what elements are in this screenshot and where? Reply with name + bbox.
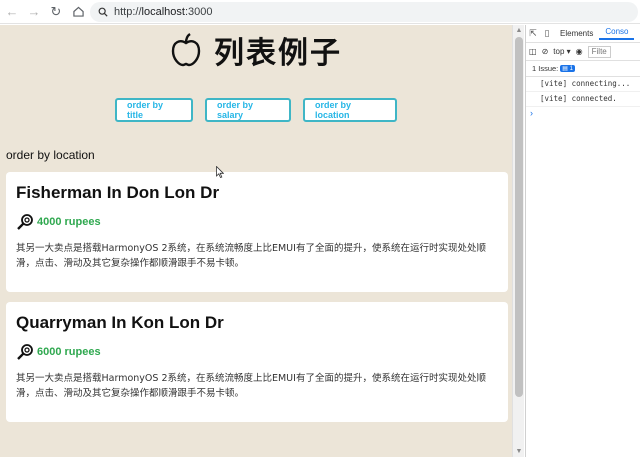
current-order-label: order by location bbox=[6, 148, 95, 162]
address-bar[interactable]: http://localhost:3000 bbox=[90, 2, 638, 22]
order-by-salary-button[interactable]: order by salary bbox=[205, 98, 291, 122]
page-header: 列表例子 bbox=[0, 25, 512, 75]
job-card: Quarryman In Kon Lon Dr 6000 rupees 其另一大… bbox=[6, 302, 508, 422]
job-card: Fisherman In Don Lon Dr 4000 rupees 其另一大… bbox=[6, 172, 508, 292]
search-icon bbox=[98, 7, 108, 17]
issues-bar[interactable]: 1 Issue: ▤ 1 bbox=[526, 61, 640, 77]
order-by-location-button[interactable]: order by location bbox=[303, 98, 397, 122]
context-select[interactable]: top ▾ bbox=[553, 47, 570, 56]
apple-icon bbox=[171, 33, 201, 67]
device-toggle-icon[interactable]: ▯ bbox=[540, 28, 554, 39]
page-scrollbar[interactable]: ▲ ▼ bbox=[512, 25, 524, 457]
console-toolbar: ◫ ⊘ top ▾ ◉ Filte bbox=[526, 43, 640, 61]
eye-icon[interactable]: ◉ bbox=[576, 47, 583, 56]
tab-elements[interactable]: Elements bbox=[554, 29, 599, 38]
console-filter-input[interactable]: Filte bbox=[587, 45, 611, 58]
console-log-line: [vite] connecting... bbox=[526, 77, 640, 92]
magnifier-icon bbox=[17, 214, 33, 230]
scroll-down-icon[interactable]: ▼ bbox=[515, 448, 523, 455]
console-log-line: [vite] connected. bbox=[526, 92, 640, 107]
home-icon[interactable] bbox=[68, 2, 88, 22]
browser-toolbar: ← → ↻ http://localhost:3000 bbox=[0, 0, 640, 24]
forward-arrow-icon[interactable]: → bbox=[24, 2, 44, 22]
issues-text: 1 Issue: bbox=[532, 64, 559, 73]
job-description: 其另一大卖点是搭载HarmonyOS 2系统，在系统流畅度上比EMUI有了全面的… bbox=[16, 243, 486, 269]
job-salary: 4000 rupees bbox=[16, 213, 498, 231]
mouse-cursor-icon bbox=[216, 166, 224, 178]
sidebar-toggle-icon[interactable]: ◫ bbox=[529, 47, 537, 56]
reload-icon[interactable]: ↻ bbox=[46, 2, 66, 22]
job-description: 其另一大卖点是搭载HarmonyOS 2系统，在系统流畅度上比EMUI有了全面的… bbox=[16, 373, 486, 399]
job-title: Fisherman In Don Lon Dr bbox=[16, 183, 220, 202]
console-prompt[interactable]: › bbox=[526, 107, 640, 119]
devtools-tabs: ⇱ ▯ Elements Conso bbox=[526, 25, 640, 43]
url-text: http://localhost:3000 bbox=[114, 6, 213, 18]
inspect-icon[interactable]: ⇱ bbox=[526, 28, 540, 39]
page-title: 列表例子 bbox=[214, 36, 342, 71]
back-arrow-icon[interactable]: ← bbox=[2, 2, 22, 22]
tab-console[interactable]: Conso bbox=[599, 27, 635, 40]
salary-text: 6000 rupees bbox=[37, 346, 101, 358]
magnifier-icon bbox=[17, 344, 33, 360]
job-salary: 6000 rupees bbox=[16, 343, 498, 361]
salary-text: 4000 rupees bbox=[37, 216, 101, 228]
scrollbar-thumb[interactable] bbox=[515, 37, 523, 397]
devtools-panel: ⇱ ▯ Elements Conso ◫ ⊘ top ▾ ◉ Filte 1 I… bbox=[525, 25, 640, 457]
sort-button-group: order by title order by salary order by … bbox=[0, 98, 512, 122]
job-title: Quarryman In Kon Lon Dr bbox=[16, 313, 224, 332]
order-by-title-button[interactable]: order by title bbox=[115, 98, 193, 122]
clear-console-icon[interactable]: ⊘ bbox=[542, 47, 549, 56]
scroll-up-icon[interactable]: ▲ bbox=[515, 27, 523, 34]
issues-badge: ▤ 1 bbox=[560, 65, 575, 72]
